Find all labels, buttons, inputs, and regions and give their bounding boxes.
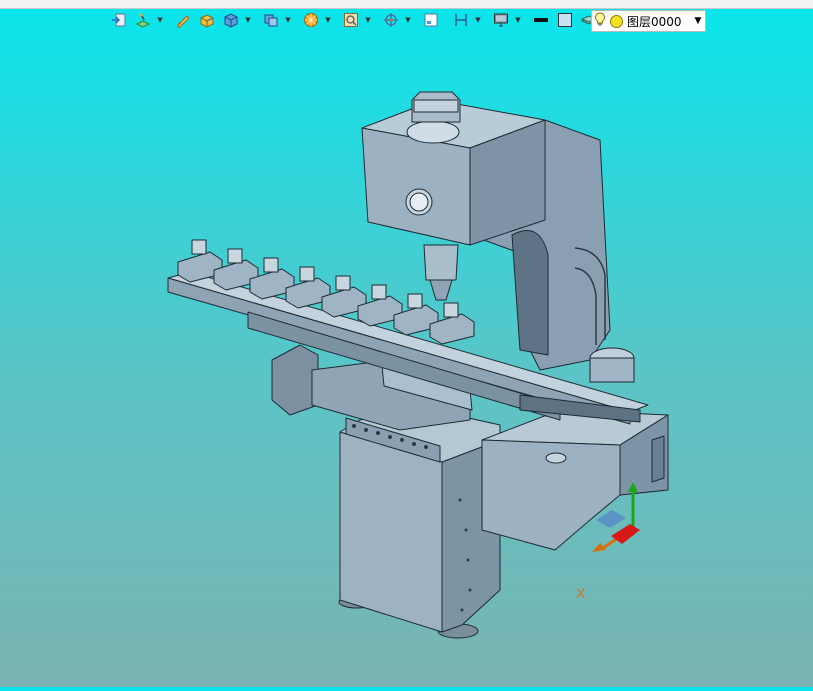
extrude-icon[interactable]	[196, 9, 218, 31]
line-color-icon[interactable]	[530, 9, 552, 31]
orbit-icon[interactable]	[380, 9, 402, 31]
chevron-down-icon[interactable]: ▼	[691, 16, 705, 26]
view-box-icon[interactable]	[420, 9, 442, 31]
top-window-strip	[0, 0, 813, 9]
cube-icon[interactable]	[220, 9, 242, 31]
cad-toolbar: ▼ ▼ ▼ ▼ ▼ ▼ ▼ ▼	[108, 9, 610, 31]
monitor-dropdown[interactable]: ▼	[514, 9, 522, 31]
3d-viewport[interactable]: X	[0, 40, 813, 687]
layer-color-swatch	[610, 14, 623, 28]
orbit-dropdown[interactable]: ▼	[404, 9, 412, 31]
cube-dropdown[interactable]: ▼	[244, 9, 252, 31]
section-icon[interactable]	[450, 9, 472, 31]
layer-select[interactable]: 图层0000 ▼	[591, 10, 706, 32]
x-axis-label: X	[576, 585, 586, 601]
layer-name: 图层0000	[627, 14, 682, 29]
sketch-plane-icon[interactable]	[132, 9, 154, 31]
section-dropdown[interactable]: ▼	[474, 9, 482, 31]
exit-sketch-icon[interactable]	[108, 9, 130, 31]
monitor-icon[interactable]	[490, 9, 512, 31]
render-mode-dropdown[interactable]: ▼	[324, 9, 332, 31]
render-mode-icon[interactable]	[300, 9, 322, 31]
pencil-icon[interactable]	[172, 9, 194, 31]
boolean-dropdown[interactable]: ▼	[284, 9, 292, 31]
zoom-fit-icon[interactable]	[340, 9, 362, 31]
zoom-fit-dropdown[interactable]: ▼	[364, 9, 372, 31]
lightbulb-icon[interactable]	[592, 12, 608, 30]
machine-model	[167, 91, 669, 639]
boolean-icon[interactable]	[260, 9, 282, 31]
sketch-plane-dropdown[interactable]: ▼	[156, 9, 164, 31]
fill-color-icon[interactable]	[554, 9, 576, 31]
